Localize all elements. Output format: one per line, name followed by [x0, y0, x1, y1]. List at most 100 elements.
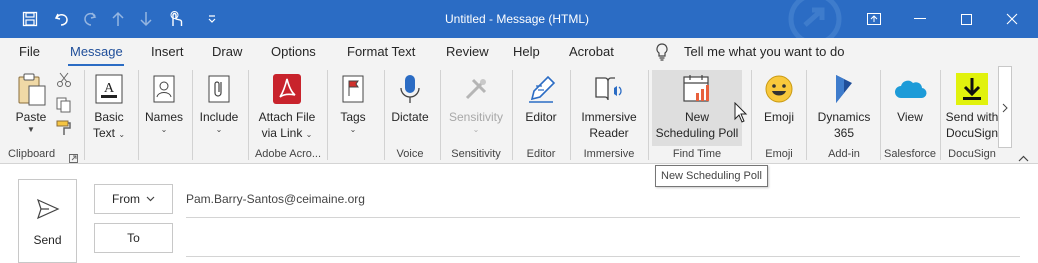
immersive-label-1: Immersive: [581, 110, 637, 124]
salesforce-cloud-icon: [893, 72, 927, 106]
microphone-icon: [393, 72, 427, 106]
cut-icon[interactable]: [56, 72, 72, 93]
minimize-button[interactable]: [897, 0, 943, 38]
names-button[interactable]: Names ⌄: [142, 70, 186, 146]
close-button[interactable]: [989, 0, 1035, 38]
salesforce-view-button[interactable]: View: [886, 70, 934, 146]
group-label-voice: Voice: [396, 148, 424, 160]
from-label: From: [112, 192, 140, 206]
tab-message[interactable]: Message: [70, 44, 123, 59]
compose-header: Send From Pam.Barry-Santos@ceimaine.org …: [0, 165, 1038, 263]
paperclip-icon: [202, 72, 236, 106]
redo-icon[interactable]: [78, 9, 102, 29]
title-bar: Untitled - Message (HTML): [0, 0, 1038, 38]
docusign-label-2: DocuSign: [945, 126, 999, 140]
new-poll-label-1: New: [684, 110, 709, 124]
tell-me-search[interactable]: Tell me what you want to do: [684, 44, 844, 59]
group-label-clipboard: Clipboard: [8, 148, 56, 160]
include-label: Include: [199, 110, 239, 124]
sensitivity-icon: [459, 72, 493, 106]
chevron-down-icon: ⌄: [349, 125, 357, 134]
group-separator: [327, 70, 328, 160]
dictate-button[interactable]: Dictate: [388, 70, 432, 146]
new-poll-label-2: Scheduling Poll: [655, 126, 739, 140]
chevron-right-icon: [1002, 103, 1008, 113]
dynamics-label-1: Dynamics: [817, 110, 871, 124]
from-divider: [186, 217, 1020, 218]
sensitivity-button[interactable]: Sensitivity ⌄: [444, 70, 508, 146]
group-label-editor: Editor: [526, 148, 556, 160]
group-separator: [384, 70, 385, 160]
include-button[interactable]: Include ⌄: [196, 70, 242, 146]
group-label-adobe: Adobe Acro...: [254, 148, 322, 160]
mouse-cursor-icon: [734, 101, 748, 129]
tab-draw[interactable]: Draw: [212, 44, 242, 59]
basic-text-button[interactable]: A Basic Text ⌄: [88, 70, 130, 146]
basic-text-label-1: Basic: [94, 110, 124, 124]
tab-format-text[interactable]: Format Text: [347, 44, 415, 59]
dynamics-365-button[interactable]: Dynamics 365: [812, 70, 876, 146]
format-painter-icon[interactable]: [56, 120, 72, 141]
down-arrow-icon[interactable]: [136, 9, 156, 29]
undo-icon[interactable]: [50, 9, 74, 29]
tags-button[interactable]: Tags ⌄: [332, 70, 374, 146]
copy-icon[interactable]: [56, 97, 72, 118]
send-icon: [36, 198, 60, 225]
group-separator: [512, 70, 513, 160]
tab-file[interactable]: File: [19, 44, 40, 59]
to-button[interactable]: To: [94, 223, 173, 253]
group-separator: [192, 70, 193, 160]
paste-label: Paste: [15, 110, 47, 124]
flag-icon: [336, 72, 370, 106]
emoji-label: Emoji: [763, 110, 794, 124]
send-button[interactable]: Send: [18, 179, 77, 263]
save-icon[interactable]: [18, 9, 42, 29]
chevron-down-icon: ▼: [27, 125, 35, 134]
up-arrow-icon[interactable]: [108, 9, 128, 29]
immersive-reader-button[interactable]: Immersive Reader: [576, 70, 642, 146]
editor-button[interactable]: Editor: [518, 70, 564, 146]
tab-options[interactable]: Options: [271, 44, 316, 59]
group-separator: [138, 70, 139, 160]
group-label-emoji: Emoji: [765, 148, 793, 160]
adobe-pdf-icon: [270, 72, 304, 106]
from-button[interactable]: From: [94, 184, 173, 214]
ribbon: Paste ▼ Clipboard A Basic Text ⌄ Names ⌄: [0, 66, 1038, 164]
group-separator: [806, 70, 807, 160]
attach-file-via-link-button[interactable]: Attach File via Link ⌄: [254, 70, 320, 146]
names-label: Names: [144, 110, 183, 124]
menu-bar: File Message Insert Draw Options Format …: [0, 38, 1038, 66]
emoji-face-icon: [762, 72, 796, 106]
paste-button[interactable]: Paste ▼: [8, 70, 54, 146]
view-label: View: [897, 110, 923, 124]
new-scheduling-poll-button[interactable]: New Scheduling Poll: [652, 70, 742, 146]
emoji-button[interactable]: Emoji: [756, 70, 802, 146]
to-label: To: [127, 231, 140, 245]
group-separator: [440, 70, 441, 160]
scheduling-poll-icon: [680, 72, 714, 106]
customize-toolbar-icon[interactable]: [204, 9, 220, 29]
tab-review[interactable]: Review: [446, 44, 489, 59]
dictate-label: Dictate: [391, 110, 429, 124]
touch-mode-icon[interactable]: [162, 9, 188, 29]
attach-label-1: Attach File: [258, 110, 316, 124]
lightbulb-icon: [655, 43, 669, 66]
from-address: Pam.Barry-Santos@ceimaine.org: [186, 192, 365, 206]
tab-help[interactable]: Help: [513, 44, 540, 59]
ribbon-display-options-icon[interactable]: [851, 0, 897, 38]
maximize-button[interactable]: [943, 0, 989, 38]
svg-text:A: A: [104, 81, 115, 96]
dynamics-label-2: 365: [833, 126, 855, 140]
send-with-docusign-button[interactable]: Send with DocuSign: [944, 70, 1000, 146]
group-separator: [248, 70, 249, 160]
send-label: Send: [33, 233, 62, 247]
to-field[interactable]: [186, 227, 1020, 253]
group-label-add-in: Add-in: [828, 148, 860, 160]
chevron-down-icon: ⌄: [472, 125, 480, 134]
tab-insert[interactable]: Insert: [151, 44, 184, 59]
basic-text-label-2: Text ⌄: [92, 126, 126, 140]
tab-acrobat[interactable]: Acrobat: [569, 44, 614, 59]
group-separator: [880, 70, 881, 160]
chevron-down-icon: ⌄: [160, 125, 168, 134]
ribbon-scroll-right[interactable]: [998, 66, 1012, 148]
